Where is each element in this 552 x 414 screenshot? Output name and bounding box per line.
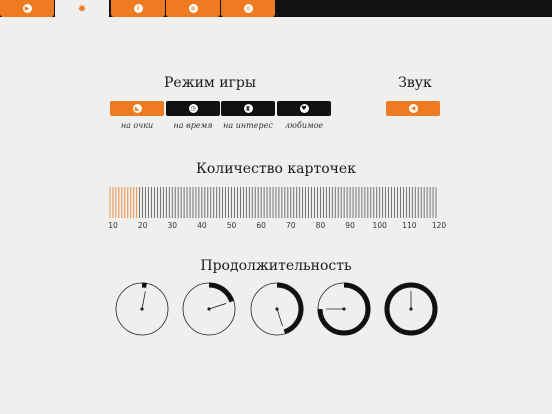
tab-info[interactable]: i bbox=[111, 0, 165, 17]
game-mode-title: Режим игры bbox=[163, 75, 257, 91]
slider-tick-label: 60 bbox=[256, 221, 266, 230]
mode-score-button[interactable]: ◣ bbox=[110, 101, 164, 116]
dial-hub bbox=[207, 307, 211, 311]
mode-score-label: на очки bbox=[120, 121, 154, 130]
hourglass-icon: ⧗ bbox=[243, 104, 253, 113]
cards-title: Количество карточек bbox=[196, 161, 356, 177]
sound-toggle-button[interactable]: ◀ bbox=[386, 101, 440, 116]
duration-dial[interactable] bbox=[316, 281, 372, 337]
slider-tick-label: 50 bbox=[226, 221, 237, 230]
dial-fill-arc bbox=[208, 282, 235, 303]
slider-tick-label: 110 bbox=[402, 221, 417, 230]
slider-tick-label: 30 bbox=[167, 221, 178, 230]
duration-dial[interactable] bbox=[114, 281, 170, 337]
mode-interest-button[interactable]: ⧗ bbox=[221, 101, 275, 116]
slider-tick-label: 80 bbox=[315, 221, 326, 230]
dial-hand bbox=[208, 303, 227, 310]
share-icon: ◎ bbox=[243, 4, 253, 13]
list-icon: ≡ bbox=[188, 4, 198, 13]
duration-dial[interactable] bbox=[383, 281, 439, 337]
duration-dial[interactable] bbox=[181, 281, 237, 337]
tab-play[interactable]: ▶ bbox=[0, 0, 54, 17]
heart-icon: ♥ bbox=[299, 104, 309, 113]
tab-share[interactable]: ◎ bbox=[221, 0, 275, 17]
gear-icon: ✹ bbox=[77, 3, 87, 15]
speaker-icon: ◀ bbox=[408, 104, 418, 113]
slider-tick-label: 40 bbox=[197, 221, 207, 230]
dial-hub bbox=[275, 307, 279, 311]
duration-title: Продолжительность bbox=[200, 258, 352, 274]
dial-fill-arc bbox=[276, 282, 304, 335]
dial-hand bbox=[276, 308, 283, 327]
slider-tick-label: 120 bbox=[431, 221, 447, 230]
score-icon: ◣ bbox=[132, 104, 142, 113]
slider-tick-label: 100 bbox=[372, 221, 387, 230]
mode-time-label: на время bbox=[173, 121, 213, 130]
duration-dial[interactable] bbox=[249, 281, 305, 337]
mode-favorite-button[interactable]: ♥ bbox=[277, 101, 331, 116]
slider-tick-label: 20 bbox=[137, 221, 148, 230]
dial-hub bbox=[140, 307, 144, 311]
mode-interest-label: на интерес bbox=[223, 121, 273, 130]
slider-tick-label: 10 bbox=[108, 221, 118, 230]
dial-hand bbox=[141, 291, 146, 310]
slider-tick-label: 90 bbox=[345, 221, 355, 230]
mode-time-button[interactable]: ◷ bbox=[166, 101, 220, 116]
dial-hub bbox=[409, 307, 413, 311]
dial-hub bbox=[342, 307, 346, 311]
tab-settings[interactable]: ✹ bbox=[55, 0, 109, 19]
play-icon: ▶ bbox=[22, 4, 32, 13]
tab-list[interactable]: ≡ bbox=[166, 0, 220, 17]
cards-count-slider[interactable] bbox=[108, 186, 438, 219]
clock-icon: ◷ bbox=[188, 104, 198, 113]
slider-tick-label: 70 bbox=[286, 221, 296, 230]
info-icon: i bbox=[133, 4, 143, 13]
mode-favorite-label: любимое bbox=[284, 121, 324, 130]
sound-title: Звук bbox=[398, 75, 432, 91]
